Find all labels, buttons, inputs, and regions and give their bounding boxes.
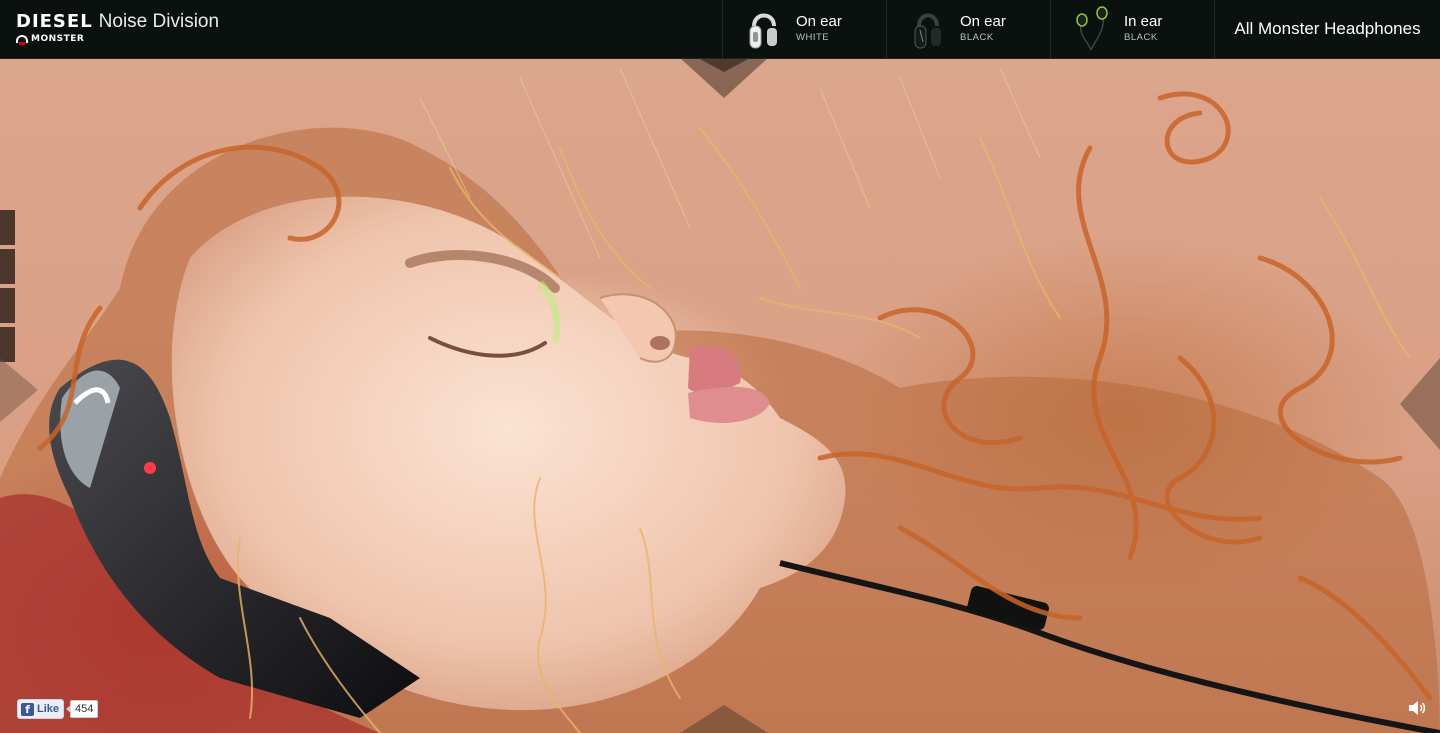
nav-item-on-ear-black[interactable]: On ear BLACK xyxy=(886,0,1050,58)
nav-sublabel: BLACK xyxy=(1124,32,1158,43)
all-headphones-link[interactable]: All Monster Headphones xyxy=(1214,0,1440,58)
slide-dot[interactable] xyxy=(0,249,15,284)
hero-illustration xyxy=(0,67,1440,733)
facebook-like-button[interactable]: f Like xyxy=(17,699,65,719)
nav-item-in-ear-black[interactable]: In ear BLACK xyxy=(1050,0,1214,58)
partner-name: MONSTER xyxy=(31,34,85,44)
nav-item-on-ear-white[interactable]: On ear WHITE xyxy=(722,0,886,58)
brand-division: Noise Division xyxy=(98,11,220,32)
top-bar: DIESEL Noise Division MONSTER On ear WHI… xyxy=(0,0,1440,59)
product-nav: On ear WHITE On ear BLACK In ear BLACK A… xyxy=(722,0,1440,58)
page: DIESEL Noise Division MONSTER On ear WHI… xyxy=(0,0,1440,733)
slide-dot[interactable] xyxy=(0,288,15,323)
menu-dropdown-tab[interactable] xyxy=(680,58,768,98)
next-slide-arrow-icon[interactable] xyxy=(1400,358,1440,450)
facebook-icon: f xyxy=(21,702,34,716)
in-ear-headphones-icon xyxy=(1076,6,1108,51)
nav-sublabel: WHITE xyxy=(796,32,830,43)
white-headphones-icon xyxy=(749,13,777,49)
slide-dot[interactable] xyxy=(0,327,15,362)
facebook-like-widget: f Like 454 xyxy=(17,699,99,719)
black-headphones-icon xyxy=(914,13,941,49)
nav-label: In ear xyxy=(1124,13,1163,30)
nav-label: On ear xyxy=(796,13,842,30)
hero-video[interactable] xyxy=(0,58,1440,733)
monster-logo-icon xyxy=(16,35,28,45)
bottom-panel-tab[interactable] xyxy=(680,705,768,733)
speaker-icon[interactable] xyxy=(1408,700,1426,716)
partner-logo: MONSTER xyxy=(16,34,219,45)
like-count: 454 xyxy=(65,700,99,718)
slide-indicators xyxy=(0,210,15,366)
brand-logo[interactable]: DIESEL Noise Division MONSTER xyxy=(16,11,220,45)
slide-dot[interactable] xyxy=(0,210,15,245)
like-label: Like xyxy=(37,703,60,715)
nav-sublabel: BLACK xyxy=(960,32,994,43)
nav-label: On ear xyxy=(960,13,1006,30)
previous-slide-arrow-icon[interactable] xyxy=(0,358,38,422)
brand-name: DIESEL xyxy=(16,11,93,32)
